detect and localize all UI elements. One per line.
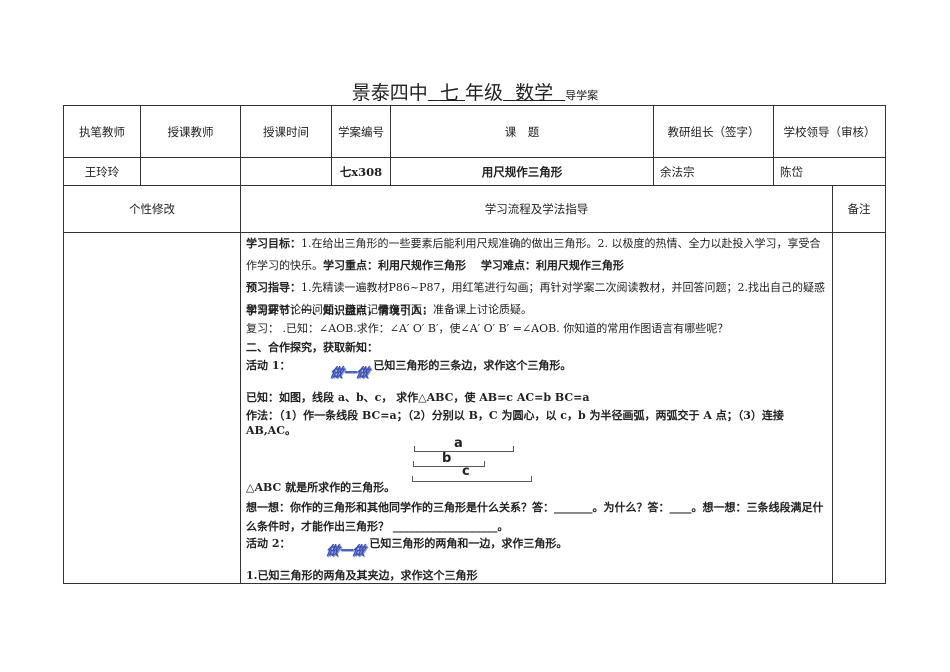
learning-goal: 学习目标：1.在给出三角形的一些要素后能利用尺规准确的做出三角形。2. 以极度的… — [246, 237, 821, 272]
header-cell: 课 题 — [390, 105, 654, 158]
school-leader-value: 陈岱 — [773, 157, 886, 186]
time-value — [240, 157, 332, 186]
activity-2: 活动 2：做一做 已知三角形的两角和一边，求作三角形。 — [246, 537, 568, 559]
section-notes: 备注 — [832, 185, 886, 233]
step-one: 学习环节：一、知识盘点，情境引入： — [246, 304, 433, 317]
given-text: 已知：如图，线段 a、b、c， 求作△ABC，使 AB=c AC=b BC=a — [246, 391, 590, 404]
header-cell: 学案编号 — [331, 105, 391, 158]
header-cell: 授课教师 — [140, 105, 241, 158]
stamp-icon: 做一做 — [325, 544, 367, 559]
activity-1: 活动 1：做一做 已知三角形的三条边，求作这个三角形。 — [246, 359, 572, 381]
header-cell: 执笔教师 — [63, 105, 141, 158]
method-text: 作法：（1）作一条线段 BC=a；（2）分别以 B，C 为圆心，以 c，b 为半… — [246, 409, 784, 437]
header-cell: 教研组长（签字） — [653, 105, 774, 158]
group-leader-value: 余法宗 — [653, 157, 774, 186]
step-two: 二、合作探究，获取新知： — [246, 341, 378, 354]
conclusion-text: △ABC 就是所求作的三角形。 — [246, 481, 396, 494]
topic-value: 用尺规作三角形 — [390, 157, 654, 186]
think-text: 想一想：你作的三角形和其他同学作的三角形是什么关系？答：_______。为什么？… — [246, 501, 824, 533]
personal-cell[interactable] — [63, 232, 241, 584]
sub-task-1: 1.已知三角形的两角及其夹边，求作这个三角形 — [246, 569, 478, 582]
section-personal: 个性修改 — [63, 185, 241, 233]
stamp-icon: 做一做 — [329, 366, 371, 381]
notes-cell[interactable] — [832, 232, 886, 584]
segment-b — [413, 461, 485, 467]
header-cell: 学校领导（审核） — [773, 105, 886, 158]
page-title: 景泰四中 七 年级 数学 导学案 — [351, 82, 599, 104]
teacher-value — [140, 157, 241, 186]
review-text: 复习： .已知：∠AOB.求作：∠A′ O′ B′，使∠A′ O′ B′ =∠A… — [246, 322, 729, 335]
header-cell: 授课时间 — [240, 105, 332, 158]
plan-number-value: 七x308 — [331, 157, 391, 186]
author-value: 王玲玲 — [63, 157, 141, 186]
segment-a — [414, 446, 514, 452]
section-process: 学习流程及学法指导 — [240, 185, 833, 233]
